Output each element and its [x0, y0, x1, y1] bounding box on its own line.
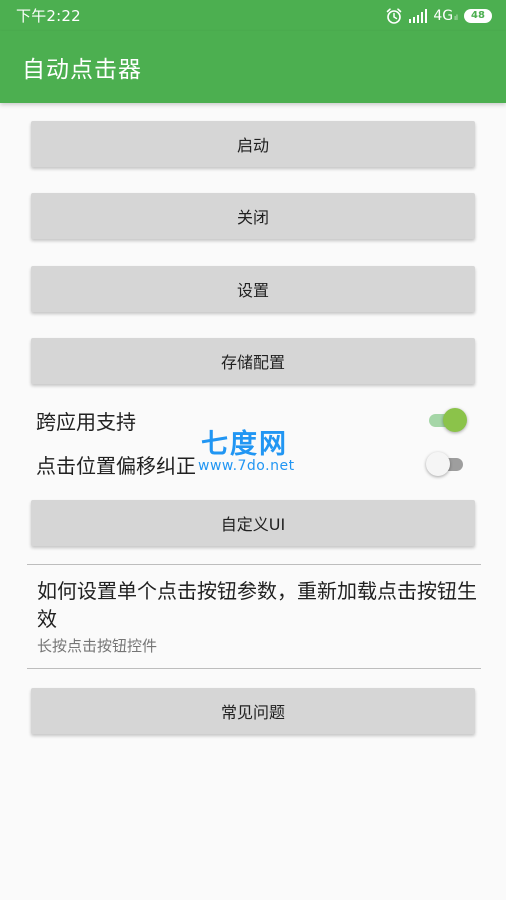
- start-button[interactable]: 启动: [31, 121, 475, 167]
- cross-app-label: 跨应用支持: [36, 409, 136, 434]
- offset-correction-switch-row[interactable]: 点击位置偏移纠正: [36, 447, 470, 481]
- app-bar: 自动点击器: [0, 31, 506, 103]
- custom-ui-button[interactable]: 自定义UI: [31, 500, 475, 546]
- alarm-icon: [385, 7, 403, 25]
- switch-thumb: [426, 452, 450, 476]
- divider-bottom: [27, 668, 481, 669]
- battery-level: 48: [471, 10, 485, 21]
- save-config-button[interactable]: 存储配置: [31, 338, 475, 384]
- info-item[interactable]: 如何设置单个点击按钮参数，重新加载点击按钮生效 长按点击按钮控件: [37, 577, 477, 657]
- close-button[interactable]: 关闭: [31, 193, 475, 239]
- signal-icon: [409, 8, 428, 23]
- faq-button[interactable]: 常见问题: [31, 688, 475, 734]
- status-bar: 下午2:22 4G ıl 48: [0, 0, 506, 31]
- offset-correction-label: 点击位置偏移纠正: [36, 453, 196, 478]
- app-title: 自动点击器: [22, 57, 142, 83]
- status-icons: 4G ıl 48: [385, 7, 492, 25]
- info-title: 如何设置单个点击按钮参数，重新加载点击按钮生效: [37, 579, 477, 631]
- offset-correction-switch[interactable]: [426, 451, 470, 477]
- info-subtitle: 长按点击按钮控件: [37, 637, 158, 655]
- cross-app-switch[interactable]: [426, 407, 470, 433]
- status-time: 下午2:22: [16, 7, 81, 25]
- divider-top: [27, 564, 481, 565]
- cross-app-switch-row[interactable]: 跨应用支持: [36, 403, 470, 437]
- settings-button[interactable]: 设置: [31, 266, 475, 312]
- switch-thumb: [443, 408, 467, 432]
- network-type: 4G ıl: [433, 7, 458, 24]
- battery-icon: 48: [464, 8, 492, 23]
